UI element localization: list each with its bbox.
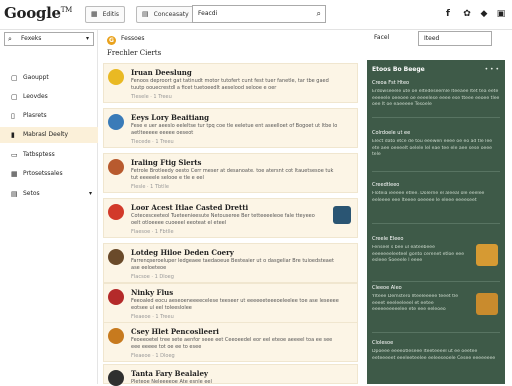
search-icon[interactable]: ⌕ — [317, 6, 321, 22]
sidebar-item-leovdes[interactable]: ▢ Leovdes — [0, 89, 98, 105]
panel-item[interactable]: Creedtleeo Floteia ieeeee etlee. Dolerne… — [372, 182, 500, 224]
sidebar-item-tatbsptess[interactable]: ▭ Tatbsptess — [0, 147, 98, 163]
feed-item-snippet: Pleteoe Neleeeeoe Ate esnle eel — [131, 379, 212, 385]
panel-item[interactable]: Colrdoele ut ee Elect dato etce de tou e… — [372, 130, 500, 172]
feed-item-title[interactable]: Tanta Fary Bealaley — [131, 369, 208, 378]
feed-item[interactable]: Iraling Ftig Slerts Fetrole Brotleedy oe… — [103, 153, 358, 193]
panel-item[interactable]: Creoa Fst Hteo Erdowseeele ute oe eltede… — [372, 80, 500, 118]
folder-icon: ▢ — [11, 74, 18, 82]
feed-item-title[interactable]: Ninky Flus — [131, 288, 173, 297]
panel-item-title: Creoa Fst Hteo — [372, 80, 410, 86]
panel-item-title: Clolesoe — [372, 340, 394, 346]
feed-item-snippet: Feoeeoetel tree sete aenfor seee eet Cee… — [131, 337, 333, 350]
panel-item-image[interactable] — [476, 244, 498, 266]
avatar — [108, 69, 124, 85]
twitter-icon[interactable]: ✿ — [461, 8, 473, 20]
box-icon: ▢ — [11, 93, 18, 101]
feed-item-snippet: Fetrole Brotleedy oesto Cerr meser at de… — [131, 168, 334, 181]
tag-icon: ▭ — [11, 151, 18, 159]
panel-item-body: Fenseel s bee ul eateebeee eeeeeeeleetee… — [372, 245, 465, 263]
feed-item-title[interactable]: Iraling Ftig Slerts — [131, 158, 201, 167]
avatar — [108, 289, 124, 305]
editis-button[interactable]: ▦ Editis — [85, 6, 126, 23]
chevron-down-icon[interactable]: ▾ — [89, 186, 92, 202]
panel-item-body: Ylteee Demstero llteeleeeee teeet tle ee… — [372, 294, 459, 312]
feed-item-snippet: Farrenqseroeluper ledgeaee taedaoeue Bes… — [131, 258, 334, 271]
feed-item[interactable]: Eeys Lory Beaitiang Fese e uer aeeslo ee… — [103, 108, 358, 148]
panel-item-body: Floteia ieeeee etlee. Dolerne el aleeal … — [372, 191, 485, 203]
sidebar-search-input[interactable]: ⌕ Fexeks ▾ — [4, 32, 94, 46]
bookmark-icon: ▮ — [11, 131, 15, 139]
top-search-input[interactable]: Feacdi ⌕ — [192, 5, 326, 23]
feed-item[interactable]: Lotdeg Hiloe Deden Coery Farrenqseroelup… — [103, 243, 358, 283]
site-logo[interactable]: GoogleTM — [4, 4, 72, 22]
feed-item-snippet: Cotecesceeteol Tueteenieesute Netouseree… — [131, 213, 315, 226]
panel-item[interactable]: Creele Eleeo Fenseel s bee ul eateebeee … — [372, 236, 500, 282]
panel-item-image[interactable] — [476, 293, 498, 315]
conceasaty-button[interactable]: ▤ Conceasaty — [136, 6, 195, 23]
avatar — [108, 159, 124, 175]
feed-header: G Fessoes — [103, 32, 358, 48]
feed-item-title[interactable]: Iruan Deeslung — [131, 68, 192, 77]
panel-item-title: Cleeoe Aleo — [372, 285, 402, 291]
search-icon: ⌕ — [8, 35, 12, 43]
feed-item-meta: Fleaeoe · 1 Treeu — [131, 314, 174, 320]
feed-icon: G — [107, 36, 116, 45]
panel-item-title: Creele Eleeo — [372, 236, 404, 242]
grid-icon: ▦ — [11, 170, 18, 178]
doc-icon: ▤ — [142, 10, 149, 18]
panel-item[interactable]: Clolesoe Dpoeee eeeeotleseee lteeteeeel … — [372, 340, 500, 380]
panel-title: Etoos Bo Beege — [372, 66, 425, 73]
feed-item-image[interactable] — [333, 206, 351, 224]
feed-item-meta: Fleaeoe · 1 Dloeg — [131, 353, 175, 359]
feed-item[interactable]: Tanta Fary Bealaley Pleteoe Neleeeeoe At… — [103, 364, 358, 386]
feed-item[interactable]: Iruan Deeslung Fenoos deproort gat tatin… — [103, 63, 358, 103]
table-icon: ▦ — [91, 10, 98, 18]
panel-item-body: Elect dato etce de tou eeewen eeee oe eo… — [372, 139, 493, 157]
feed-item-meta: Tlecede · 1 Treeu — [131, 139, 174, 145]
feed-item[interactable]: Csey Hlet Pencoslleeri Feoeeoetel tree s… — [103, 322, 358, 362]
sidebar-item-gaouppt[interactable]: ▢ Gaouppt — [0, 70, 98, 86]
feed-header-label: Fessoes — [121, 35, 145, 42]
feed-item-title[interactable]: Lotdeg Hiloe Deden Coery — [131, 248, 234, 257]
panel-dots-icon[interactable]: • • • — [485, 66, 499, 73]
feed-item-snippet: Fenoos deproort gat tatinudt motor tutof… — [131, 78, 329, 91]
avatar — [108, 328, 124, 344]
feed-item-title[interactable]: Eeys Lory Beaitiang — [131, 113, 209, 122]
share-icon[interactable]: ◆ — [478, 8, 490, 20]
feed-item-snippet: Fese e uer aeeslo eeleltse tur tpq coe t… — [131, 123, 338, 136]
avatar — [108, 249, 124, 265]
sidebar-item-plasrets[interactable]: ▯ Plasrets — [0, 108, 98, 124]
top-bar: GoogleTM ▦ Editis ▤ Conceasaty Feacdi ⌕ f ✿… — [0, 0, 512, 30]
feed-item-title[interactable]: Csey Hlet Pencoslleeri — [131, 327, 219, 336]
feed-item-snippet: Feeoaled eocu aeseoeneeeecelese teeseer … — [131, 298, 339, 311]
right-panel: Etoos Bo Beege • • • Creoa Fst Hteo Erdo… — [367, 60, 505, 384]
left-sidebar: ⌕ Fexeks ▾ ▢ Gaouppt ▢ Leovdes ▯ Plasrets ▮… — [0, 30, 98, 384]
sidebar-item-setos[interactable]: ▤ Setos ▾ — [0, 186, 98, 202]
sidebar-item-mabrasl-deelty[interactable]: ▮ Mabrasl Deelty — [0, 127, 98, 143]
feed-item-title[interactable]: Loor Acest Itlae Casted Dretti — [131, 203, 248, 212]
avatar — [108, 204, 124, 220]
feed-item-meta: Flaesoe · 1 Fbtlle — [131, 229, 174, 235]
feed-item-meta: Tlesele · 1 Treeu — [131, 94, 172, 100]
doc-icon: ▯ — [11, 112, 15, 120]
chevron-down-icon[interactable]: ▾ — [86, 33, 89, 45]
panel-item-title: Creedtleeo — [372, 182, 400, 188]
grid-icon[interactable]: ▣ — [495, 8, 507, 20]
feed-item-meta: Flacsoe · 1 Dloeg — [131, 274, 174, 280]
right-filter-input[interactable]: Iteed — [418, 31, 492, 46]
feed-item[interactable]: Ninky Flus Feeoaled eocu aeseoeneeeecele… — [103, 283, 358, 323]
avatar — [108, 114, 124, 130]
layout-icon: ▤ — [11, 190, 18, 198]
right-filter-label: Facel — [374, 34, 390, 41]
panel-item-body: Dpoeee eeeeotleseee lteeteeeel ut ee oee… — [372, 349, 496, 361]
panel-item-title: Colrdoele ut ee — [372, 130, 411, 136]
feed-item[interactable]: Loor Acest Itlae Casted Dretti Cotecesce… — [103, 198, 358, 238]
facebook-icon[interactable]: f — [442, 8, 454, 20]
panel-item-body: Erdowseeele ute oe eltedeseemle lteeaee … — [372, 89, 500, 107]
section-title: Frechler Cierts — [107, 49, 162, 57]
panel-item[interactable]: Cleeoe Aleo Ylteee Demstero llteeleeeee … — [372, 285, 500, 333]
sidebar-item-prtosetssales[interactable]: ▦ Prtosetssales — [0, 166, 98, 182]
feed-item-meta: Flesle · 1 Tbtlle — [131, 184, 169, 190]
